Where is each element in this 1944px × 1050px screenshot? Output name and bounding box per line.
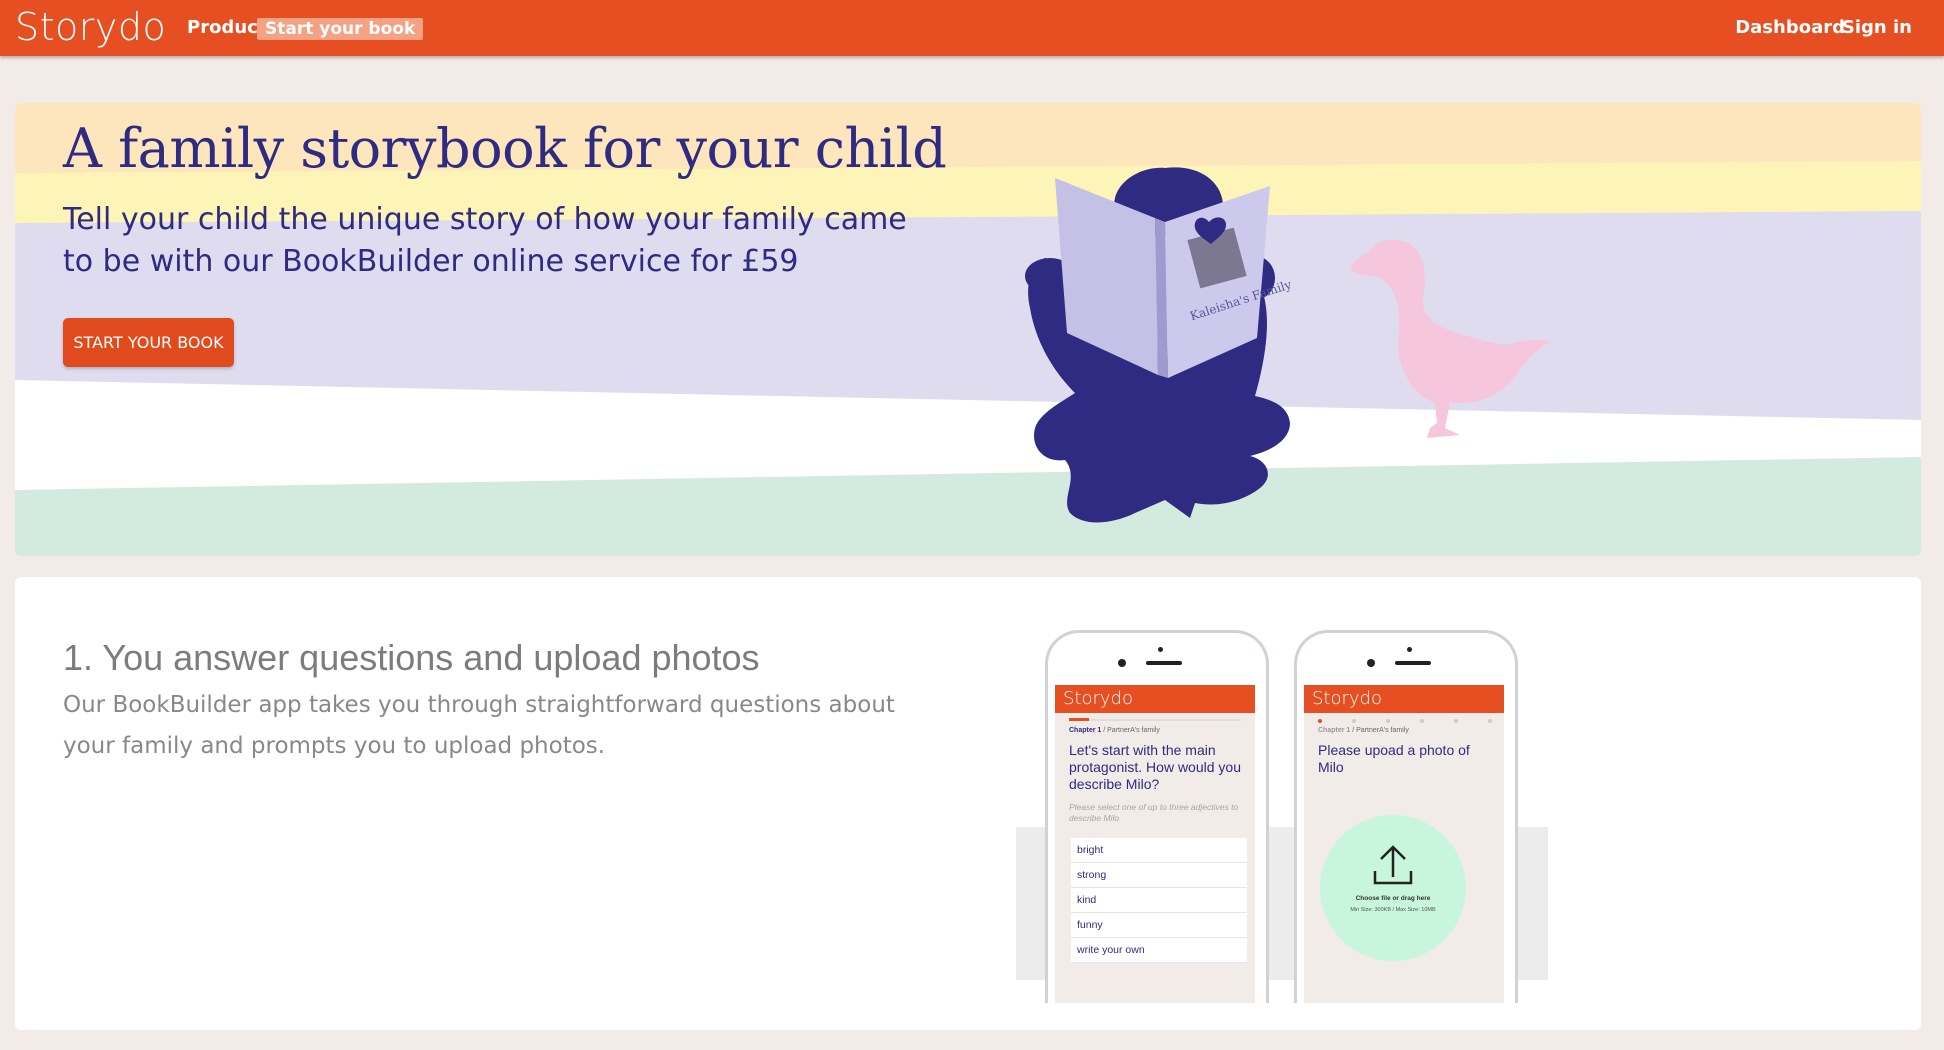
storydo-logo[interactable]: Storydo	[15, 5, 166, 49]
start-your-book-button[interactable]: START YOUR BOOK	[63, 318, 234, 367]
phone-camera	[1407, 647, 1412, 652]
progress-dot-active	[1318, 719, 1322, 723]
chapter-label: Chapter 1	[1069, 727, 1102, 734]
phone-screen: Storydo Chapter 1 / PartnerA's family Pl…	[1304, 685, 1504, 1003]
phone-speaker	[1395, 661, 1431, 665]
app-header: Storydo	[1055, 685, 1255, 713]
nav-start-your-book-link[interactable]: Start your book	[257, 18, 424, 40]
upload-label: Choose file or drag here	[1355, 895, 1431, 902]
progress-dot	[1386, 719, 1390, 723]
chapter-breadcrumb: Chapter 1 / PartnerA's family	[1055, 713, 1255, 734]
step-title: 1. You answer questions and upload photo…	[63, 637, 760, 678]
goose-illustration	[1350, 239, 1550, 438]
nav-product-link[interactable]: Product	[187, 17, 266, 38]
phone-mockup-upload: Storydo Chapter 1 / PartnerA's family Pl…	[1294, 630, 1518, 1003]
phone-speaker	[1146, 661, 1182, 665]
chapter-sub-label: / PartnerA's family	[1352, 727, 1409, 734]
nav-dashboard-link[interactable]: Dashboard	[1735, 17, 1845, 38]
option-bright[interactable]: bright	[1071, 838, 1247, 863]
chapter-label: Chapter 1	[1318, 727, 1351, 734]
option-funny[interactable]: funny	[1071, 913, 1247, 938]
progress-track	[1069, 719, 1241, 721]
chapter-breadcrumb: Chapter 1 / PartnerA's family	[1304, 713, 1504, 734]
phone-screen: Storydo Chapter 1 / PartnerA's family Le…	[1055, 685, 1255, 1003]
step-description: Our BookBuilder app takes you through st…	[63, 692, 895, 759]
phone-mockup-questions: Storydo Chapter 1 / PartnerA's family Le…	[1045, 630, 1269, 1003]
option-write-your-own[interactable]: write your own	[1071, 938, 1247, 963]
nav-sign-in-link[interactable]: Sign in	[1842, 17, 1912, 38]
adjective-options-list: bright strong kind funny write your own	[1071, 838, 1247, 963]
hero-title: A family storybook for your child	[63, 117, 947, 180]
upload-icon	[1373, 845, 1413, 885]
progress-dot	[1352, 719, 1356, 723]
upload-dropzone[interactable]: Choose file or drag here Min Size: 300KB…	[1320, 815, 1466, 961]
option-strong[interactable]: strong	[1071, 863, 1247, 888]
phone-camera	[1158, 647, 1163, 652]
child-reading-illustration: Kaleisha's Family	[1025, 167, 1550, 523]
upload-size-limits: Min Size: 300KB / Max Size: 10MB	[1350, 907, 1436, 913]
progress-fill	[1069, 718, 1089, 721]
question-hint: Please select one of up to three adjecti…	[1069, 802, 1239, 823]
top-nav: Storydo Product Start your book Dashboar…	[0, 0, 1944, 56]
hero-subtitle: Tell your child the unique story of how …	[63, 202, 907, 279]
progress-dot	[1488, 719, 1492, 723]
chapter-sub-label: / PartnerA's family	[1103, 727, 1160, 734]
how-it-works-step-1: 1. You answer questions and upload photo…	[15, 577, 1921, 1030]
hero-banner: A family storybook for your child Tell y…	[15, 103, 1921, 556]
progress-dot	[1420, 719, 1424, 723]
option-kind[interactable]: kind	[1071, 888, 1247, 913]
question-text: Let's start with the main protagonist. H…	[1069, 742, 1241, 792]
app-header: Storydo	[1304, 685, 1504, 713]
phone-sensor	[1367, 659, 1375, 667]
question-text: Please upoad a photo of Milo	[1318, 742, 1470, 775]
progress-dot	[1454, 719, 1458, 723]
phone-sensor	[1118, 659, 1126, 667]
